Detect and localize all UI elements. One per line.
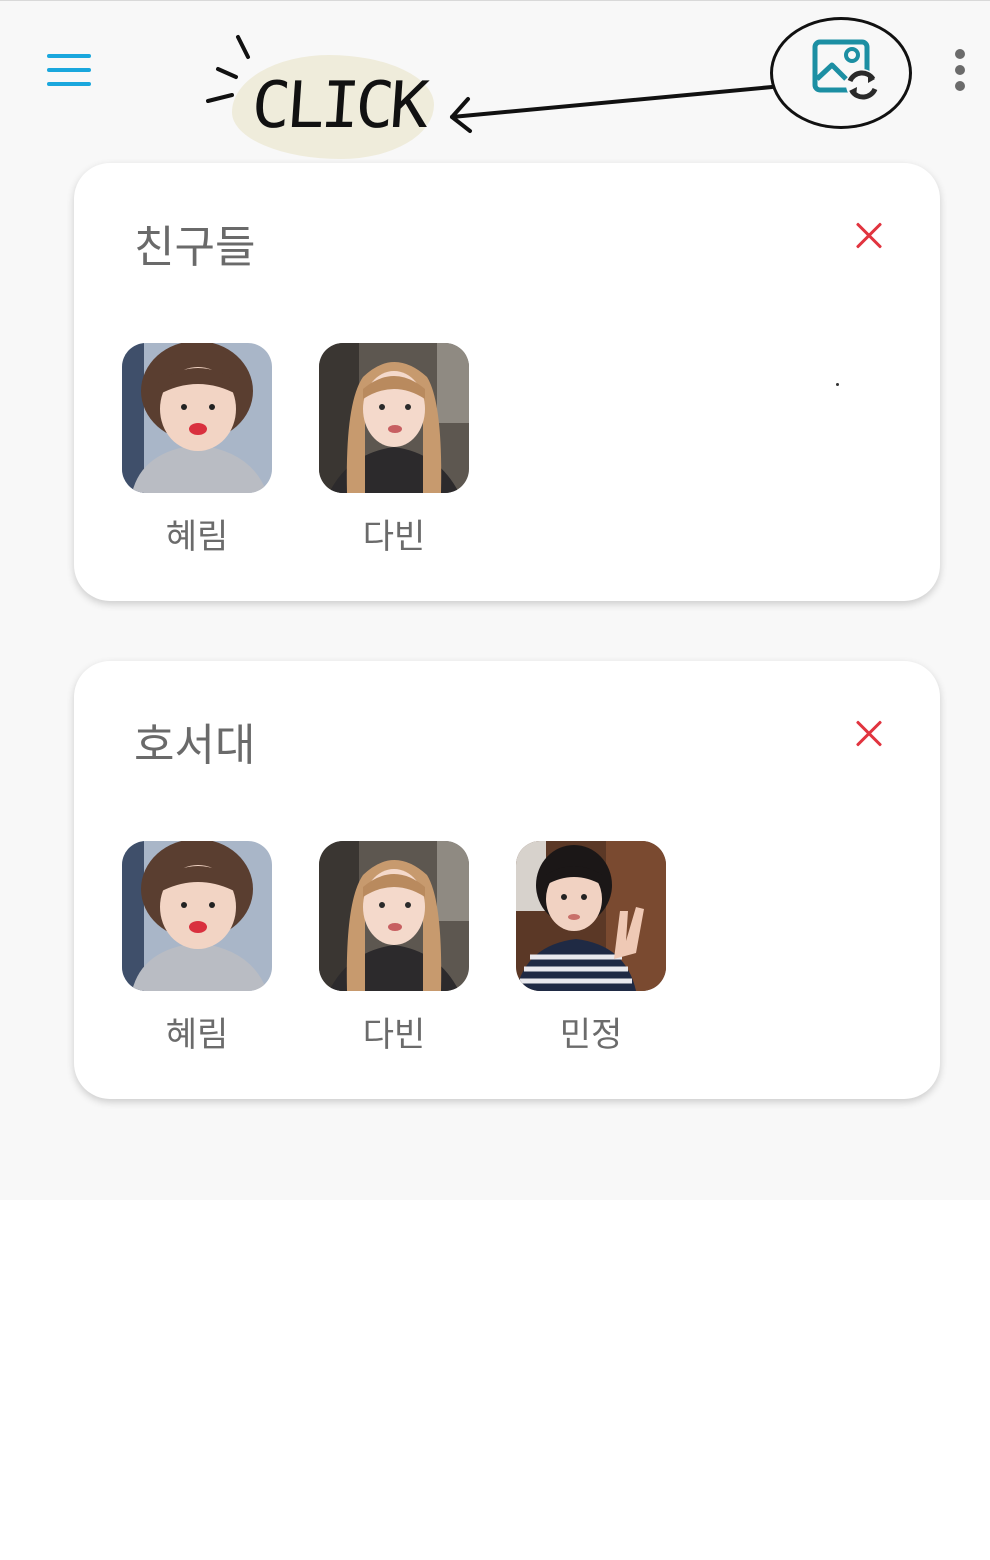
member-name: 혜림 bbox=[165, 1015, 229, 1055]
member-item[interactable]: 다빈 bbox=[319, 343, 469, 558]
app-screen: CLICK 친구들 혜림 다빈 호서대 혜림 다빈 민정 bbox=[0, 0, 990, 1200]
gallery-swap-button[interactable] bbox=[770, 17, 912, 131]
close-icon[interactable] bbox=[854, 221, 884, 251]
group-card-hoseo: 호서대 혜림 다빈 민정 bbox=[74, 661, 940, 1099]
member-name: 민정 bbox=[559, 1015, 623, 1055]
group-card-friends: 친구들 혜림 다빈 bbox=[74, 163, 940, 601]
click-annotation-text: CLICK bbox=[249, 69, 428, 143]
member-avatar[interactable] bbox=[122, 841, 272, 991]
click-rays-icon bbox=[206, 35, 250, 103]
arrow-annotation-icon bbox=[450, 85, 774, 133]
member-avatar[interactable] bbox=[319, 841, 469, 991]
image-swap-icon bbox=[812, 39, 878, 101]
close-icon[interactable] bbox=[854, 719, 884, 749]
member-name: 다빈 bbox=[362, 517, 426, 557]
hamburger-menu-icon[interactable] bbox=[44, 51, 94, 91]
member-avatar[interactable] bbox=[122, 343, 272, 493]
member-avatar[interactable] bbox=[516, 841, 666, 991]
group-title: 친구들 bbox=[134, 222, 256, 273]
member-name: 다빈 bbox=[362, 1015, 426, 1055]
member-item[interactable]: 다빈 bbox=[319, 841, 469, 1056]
member-item[interactable]: 민정 bbox=[516, 841, 666, 1056]
member-item[interactable]: 혜림 bbox=[122, 841, 272, 1056]
group-title: 호서대 bbox=[134, 720, 256, 771]
member-avatar[interactable] bbox=[319, 343, 469, 493]
more-vertical-icon[interactable] bbox=[950, 49, 970, 95]
member-item[interactable]: 혜림 bbox=[122, 343, 272, 558]
member-name: 혜림 bbox=[165, 517, 229, 557]
stray-dot bbox=[836, 383, 839, 386]
